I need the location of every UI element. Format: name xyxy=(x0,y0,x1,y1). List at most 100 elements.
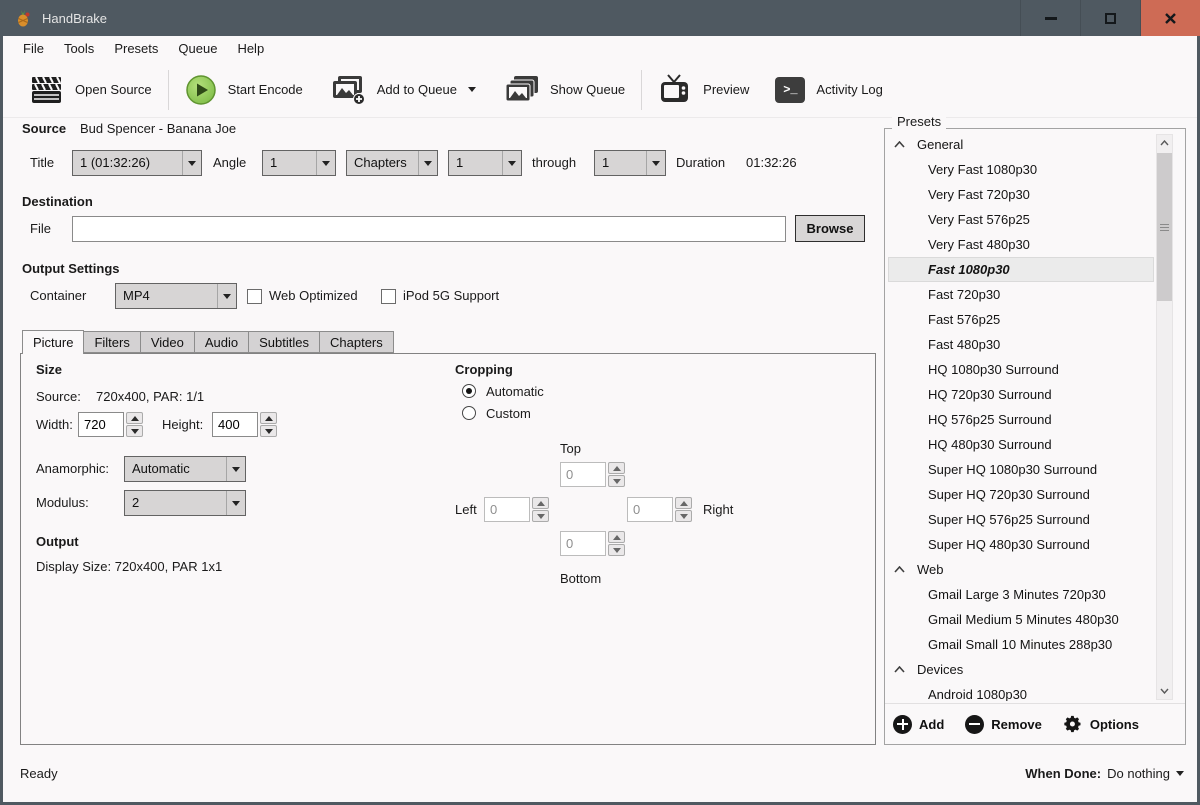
preset-group-label: Devices xyxy=(917,662,963,677)
activity-log-label: Activity Log xyxy=(816,82,882,97)
web-optimized-checkbox[interactable] xyxy=(247,289,262,304)
start-encode-button[interactable]: Start Encode xyxy=(172,67,316,113)
range-type-value: Chapters xyxy=(347,151,418,175)
when-done-dropdown-icon[interactable] xyxy=(1176,771,1184,776)
presets-legend: Presets xyxy=(892,114,946,129)
show-queue-button[interactable]: Show Queue xyxy=(489,67,638,113)
preset-item[interactable]: Very Fast 1080p30 xyxy=(888,157,1154,182)
preset-item-label: Fast 480p30 xyxy=(928,337,1000,352)
preset-item[interactable]: Fast 480p30 xyxy=(888,332,1154,357)
minimize-button[interactable] xyxy=(1020,0,1080,36)
source-section-label: Source xyxy=(22,121,66,136)
chevron-up-icon xyxy=(894,566,905,573)
close-button[interactable] xyxy=(1140,0,1200,36)
preset-remove-button[interactable]: Remove xyxy=(965,715,1042,734)
source-title-text: Bud Spencer - Banana Joe xyxy=(80,121,236,136)
preset-item[interactable]: Fast 720p30 xyxy=(888,282,1154,307)
settings-tabstrip: Picture Filters Video Audio Subtitles Ch… xyxy=(22,329,394,353)
preset-item[interactable]: Very Fast 480p30 xyxy=(888,232,1154,257)
preset-item[interactable]: Android 1080p30 xyxy=(888,682,1154,701)
maximize-icon xyxy=(1105,13,1116,24)
preset-group-general[interactable]: General xyxy=(888,132,1154,157)
menu-item-tools[interactable]: Tools xyxy=(54,36,104,62)
range-end-select[interactable]: 1 xyxy=(594,150,666,176)
add-to-queue-dropdown-icon[interactable] xyxy=(468,87,476,92)
scroll-down-button[interactable] xyxy=(1157,683,1172,699)
menu-item-presets[interactable]: Presets xyxy=(104,36,168,62)
range-start-arrow xyxy=(502,151,521,175)
add-to-queue-icon xyxy=(329,74,366,105)
activity-log-button[interactable]: >_ Activity Log xyxy=(762,67,895,113)
preset-item-selected[interactable]: Fast 1080p30 xyxy=(888,257,1154,282)
preset-options-button[interactable]: Options xyxy=(1063,714,1139,734)
preset-item[interactable]: HQ 720p30 Surround xyxy=(888,382,1154,407)
preset-item[interactable]: Gmail Small 10 Minutes 288p30 xyxy=(888,632,1154,657)
tab-picture[interactable]: Picture xyxy=(22,330,84,354)
add-icon xyxy=(893,715,912,734)
menu-item-queue[interactable]: Queue xyxy=(168,36,227,62)
preset-item-label: Very Fast 576p25 xyxy=(928,212,1030,227)
preset-item[interactable]: Fast 576p25 xyxy=(888,307,1154,332)
scroll-thumb[interactable] xyxy=(1157,153,1172,301)
tab-video[interactable]: Video xyxy=(141,331,195,353)
preset-item-label: Fast 720p30 xyxy=(928,287,1000,302)
when-done-label: When Done: xyxy=(1025,766,1101,781)
presets-tree: General Very Fast 1080p30 Very Fast 720p… xyxy=(888,132,1154,701)
preset-group-devices[interactable]: Devices xyxy=(888,657,1154,682)
preset-item[interactable]: Very Fast 720p30 xyxy=(888,182,1154,207)
preview-button[interactable]: Preview xyxy=(645,67,762,113)
range-start-select[interactable]: 1 xyxy=(448,150,522,176)
add-to-queue-button[interactable]: Add to Queue xyxy=(316,67,489,113)
scroll-up-button[interactable] xyxy=(1157,135,1172,151)
tab-filters[interactable]: Filters xyxy=(84,331,140,353)
preset-item-label: Very Fast 720p30 xyxy=(928,187,1030,202)
chevron-down-icon xyxy=(188,161,196,166)
preset-item[interactable]: Super HQ 576p25 Surround xyxy=(888,507,1154,532)
options-label: Options xyxy=(1090,717,1139,732)
preset-item-label: HQ 480p30 Surround xyxy=(928,437,1052,452)
preset-group-label: Web xyxy=(917,562,944,577)
preset-item-label: Gmail Medium 5 Minutes 480p30 xyxy=(928,612,1119,627)
preset-group-label: General xyxy=(917,137,963,152)
preset-add-button[interactable]: Add xyxy=(893,715,944,734)
preset-item[interactable]: HQ 480p30 Surround xyxy=(888,432,1154,457)
tab-audio[interactable]: Audio xyxy=(195,331,249,353)
open-source-button[interactable]: Open Source xyxy=(17,67,165,113)
open-source-label: Open Source xyxy=(75,82,152,97)
preset-item[interactable]: HQ 1080p30 Surround xyxy=(888,357,1154,382)
tab-chapters[interactable]: Chapters xyxy=(320,331,394,353)
presets-scrollbar[interactable] xyxy=(1156,134,1173,700)
remove-icon xyxy=(965,715,984,734)
preset-item[interactable]: Super HQ 1080p30 Surround xyxy=(888,457,1154,482)
preset-item[interactable]: Gmail Medium 5 Minutes 480p30 xyxy=(888,607,1154,632)
preset-item[interactable]: Super HQ 480p30 Surround xyxy=(888,532,1154,557)
browse-button[interactable]: Browse xyxy=(795,215,865,242)
toolbar-separator xyxy=(641,70,642,110)
preset-group-web[interactable]: Web xyxy=(888,557,1154,582)
add-to-queue-label: Add to Queue xyxy=(377,82,457,97)
container-select[interactable]: MP4 xyxy=(115,283,237,309)
container-arrow xyxy=(217,284,236,308)
tv-icon xyxy=(658,74,692,105)
angle-select[interactable]: 1 xyxy=(262,150,336,176)
menu-item-help[interactable]: Help xyxy=(227,36,274,62)
handbrake-window: HandBrake File Tools Presets Queue Help xyxy=(0,0,1200,805)
ipod-support-label: iPod 5G Support xyxy=(403,283,499,309)
menu-item-file[interactable]: File xyxy=(13,36,54,62)
preset-item[interactable]: Gmail Large 3 Minutes 720p30 xyxy=(888,582,1154,607)
maximize-button[interactable] xyxy=(1080,0,1140,36)
destination-file-input[interactable] xyxy=(72,216,786,242)
preset-item[interactable]: HQ 576p25 Surround xyxy=(888,407,1154,432)
when-done-value[interactable]: Do nothing xyxy=(1107,766,1170,781)
scroll-up-icon xyxy=(1160,140,1169,146)
ipod-support-checkbox[interactable] xyxy=(381,289,396,304)
preset-item[interactable]: Very Fast 576p25 xyxy=(888,207,1154,232)
add-label: Add xyxy=(919,717,944,732)
preset-item[interactable]: Super HQ 720p30 Surround xyxy=(888,482,1154,507)
close-icon xyxy=(1164,12,1177,25)
window-title: HandBrake xyxy=(42,11,107,26)
range-type-select[interactable]: Chapters xyxy=(346,150,438,176)
file-label: File xyxy=(30,216,51,242)
title-select[interactable]: 1 (01:32:26) xyxy=(72,150,202,176)
tab-subtitles[interactable]: Subtitles xyxy=(249,331,320,353)
